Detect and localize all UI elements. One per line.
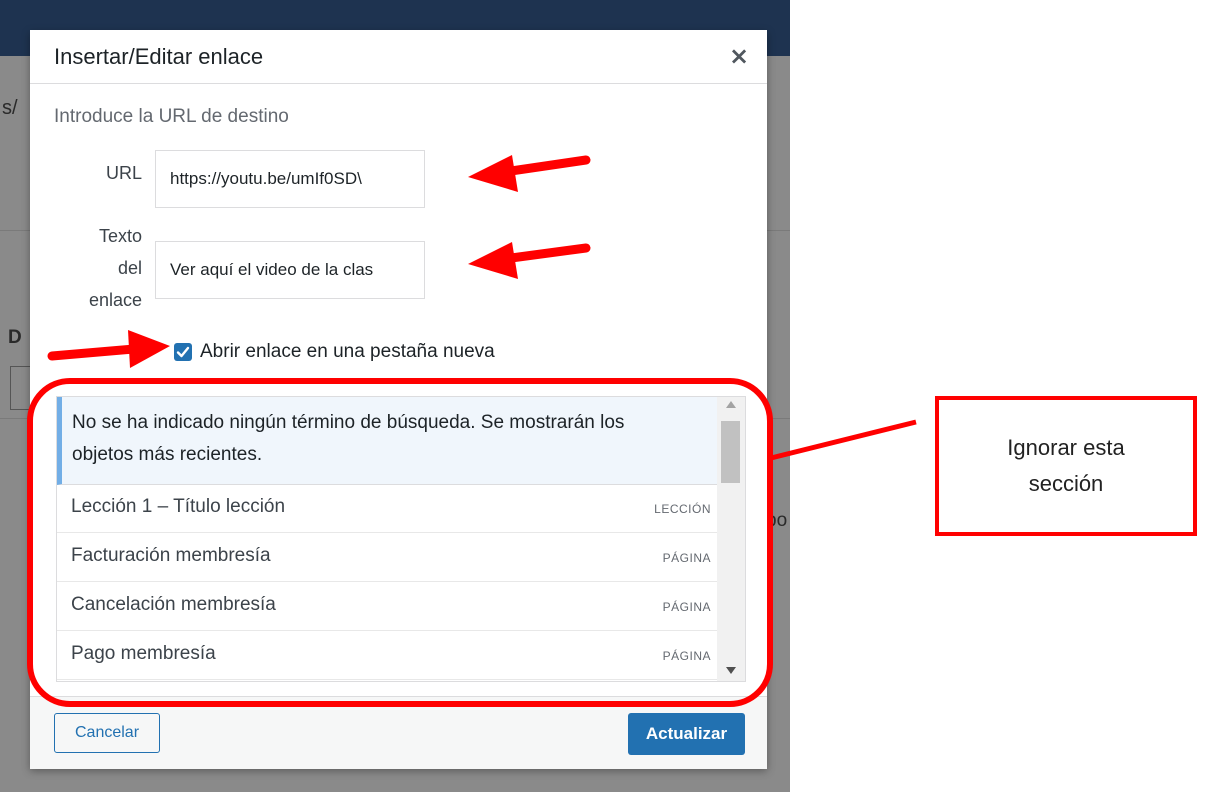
result-row[interactable]: Pago membresía PÁGINA [57,632,717,680]
dialog-title: Insertar/Editar enlace [54,44,264,69]
search-results-list: No se ha indicado ningún término de búsq… [56,396,746,682]
result-title: Facturación membresía [71,545,271,566]
cancel-button[interactable]: Cancelar [54,713,160,753]
result-title: Lección 1 – Título lección [71,496,286,517]
search-notice: No se ha indicado ningún término de búsq… [57,397,717,485]
link-text-input[interactable]: Ver aquí el video de la clas [155,241,425,299]
scroll-up-arrow-icon[interactable] [726,401,736,408]
result-row[interactable]: Facturación membresía PÁGINA [57,534,717,582]
scrollbar-thumb[interactable] [721,421,740,483]
update-button[interactable]: Actualizar [628,713,745,755]
result-type: PÁGINA [662,649,711,663]
search-notice-text: No se ha indicado ningún término de búsq… [72,412,625,465]
new-tab-label: Abrir enlace en una pestaña nueva [200,341,495,362]
annotation-connector [770,419,917,461]
dialog-header: Insertar/Editar enlace × [30,30,767,84]
annotation-note-text: Ignorar esta sección [1007,435,1125,496]
link-text-label: Texto del enlace [88,226,142,310]
result-row[interactable]: Lección 1 – Título lección LECCIÓN [57,485,717,533]
annotation-note: Ignorar esta sección [935,396,1197,536]
background-heading-fragment: D [8,327,22,348]
result-title: Pago membresía [71,643,216,664]
result-type: PÁGINA [662,600,711,614]
close-icon[interactable]: × [725,42,753,70]
result-type: LECCIÓN [654,502,711,516]
background-text-fragment: po [766,510,788,531]
result-title: Cancelación membresía [71,594,276,615]
url-input[interactable]: https://youtu.be/umIf0SD\ [155,150,425,208]
dialog-intro-text: Introduce la URL de destino [54,106,289,127]
background-breadcrumb-fragment: s/ [2,97,18,119]
scroll-down-arrow-icon[interactable] [726,667,736,674]
result-type: PÁGINA [662,551,711,565]
result-row[interactable]: Cancelación membresía PÁGINA [57,583,717,631]
link-dialog: Insertar/Editar enlace × Introduce la UR… [30,30,767,769]
checkbox-check-icon [176,346,190,358]
new-tab-checkbox[interactable] [174,343,192,361]
dialog-footer: Cancelar Actualizar [30,696,767,769]
results-scrollbar[interactable] [717,397,745,681]
url-label: URL [105,163,142,183]
